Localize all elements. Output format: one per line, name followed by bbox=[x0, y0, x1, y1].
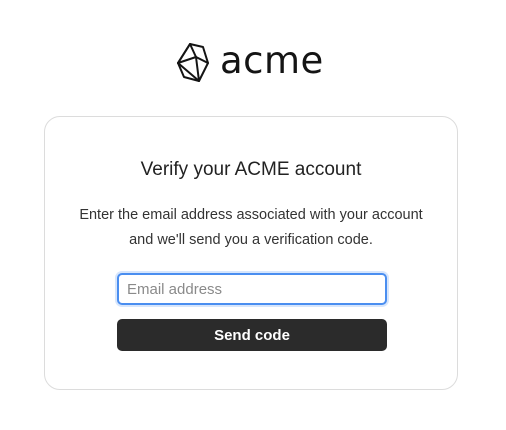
brand-name: acme bbox=[220, 38, 324, 82]
card-title: Verify your ACME account bbox=[140, 159, 362, 180]
brand-logo: acme bbox=[176, 40, 324, 86]
send-code-button[interactable]: Send code bbox=[117, 319, 387, 351]
card-description: Enter the email address associated with … bbox=[79, 207, 423, 248]
polyhedron-logo-icon bbox=[177, 43, 209, 82]
verify-card: Verify your ACME account Enter the email… bbox=[44, 116, 458, 390]
email-input[interactable] bbox=[117, 273, 387, 305]
